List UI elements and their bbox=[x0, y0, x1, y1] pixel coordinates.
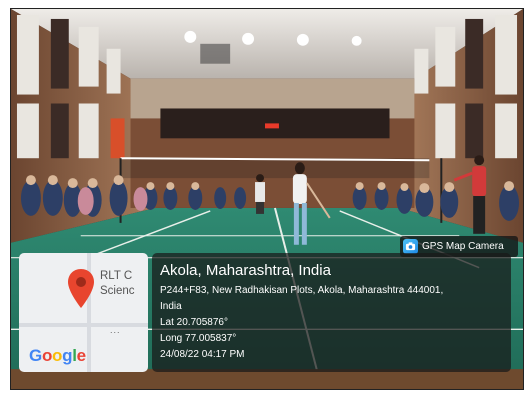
map-pin-icon bbox=[68, 269, 94, 308]
longitude: Long 77.005837° bbox=[160, 333, 237, 344]
address-line-1: P244+F83, New Radhakisan Plots, Akola, M… bbox=[160, 285, 444, 296]
camera-badge-label: GPS Map Camera bbox=[422, 241, 504, 252]
timestamp: 24/08/22 04:17 PM bbox=[160, 349, 245, 360]
location-info-box: Akola, Maharashtra, India P244+F83, New … bbox=[152, 253, 511, 372]
map-dots: ... bbox=[110, 325, 121, 335]
location-title: Akola, Maharashtra, India bbox=[160, 262, 331, 279]
map-road bbox=[19, 323, 148, 327]
location-map-thumbnail: RLT C Scienc ... Google bbox=[19, 253, 148, 372]
map-poi-label: RLT C Scienc bbox=[100, 270, 135, 297]
google-logo: Google bbox=[29, 346, 86, 365]
latitude: Lat 20.705876° bbox=[160, 317, 228, 328]
camera-icon bbox=[403, 239, 418, 254]
address-line-2: India bbox=[160, 301, 182, 312]
